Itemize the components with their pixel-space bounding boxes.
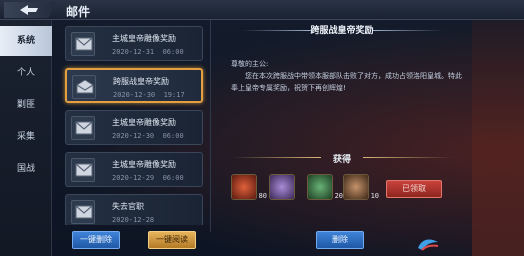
- mail-title: 主城皇帝雕像奖励: [112, 160, 176, 169]
- mail-date: 2020-12-30 06:00: [112, 132, 184, 140]
- mail-item[interactable]: 主城皇帝雕像奖励 2020-12-30 06:00: [65, 110, 203, 145]
- mail-list: 主城皇帝雕像奖励 2020-12-31 06:00 跨服战皇帝奖励 2020-1…: [55, 20, 207, 225]
- fire-orb-icon[interactable]: 80: [231, 174, 267, 200]
- mail-item[interactable]: 主城皇帝雕像奖励 2020-12-31 06:00: [65, 26, 203, 61]
- detail-header: 跨服战皇帝奖励: [211, 20, 473, 42]
- bottom-toolbar: 一键删除 一键阅读 删除: [52, 226, 472, 256]
- mail-item[interactable]: 主城皇帝雕像奖励 2020-12-29 06:00: [65, 152, 203, 187]
- category-tabs: 系统 个人 剿匪 采集 国战: [0, 20, 52, 256]
- delete-all-button[interactable]: 一键删除: [72, 231, 120, 249]
- mail-message: 您在本次跨服战中带领本服部队击败了对方，成功占领洛阳皇城。特此奉上皇帝专属奖励，…: [231, 72, 462, 92]
- detail-title: 跨服战皇帝奖励: [310, 26, 374, 36]
- mail-title: 失去官职: [112, 202, 144, 211]
- scene-decoration: [472, 20, 524, 256]
- mail-date: 2020-12-31 06:00: [112, 48, 184, 56]
- envelope-icon: [71, 32, 95, 56]
- open-envelope-icon: [72, 75, 96, 99]
- mail-body: 尊敬的主公: 您在本次跨服战中带领本服部队击败了对方，成功占领洛阳皇城。特此奉上…: [231, 58, 467, 94]
- tab-gather[interactable]: 采集: [0, 122, 52, 152]
- title-bar: 邮件: [0, 0, 524, 20]
- delete-button[interactable]: 删除: [316, 231, 364, 249]
- site-logo-icon: [418, 239, 439, 251]
- reward-count: 20: [334, 192, 343, 200]
- tab-system[interactable]: 系统: [0, 26, 52, 56]
- envelope-icon: [71, 116, 95, 140]
- obtain-label: 获得: [332, 155, 351, 165]
- treasure-chest-icon[interactable]: [269, 174, 295, 200]
- envelope-icon: [71, 158, 95, 182]
- read-all-button[interactable]: 一键阅读: [148, 231, 196, 249]
- tab-personal[interactable]: 个人: [0, 58, 52, 88]
- general-portrait-icon[interactable]: 10: [343, 174, 379, 200]
- tab-national-war[interactable]: 国战: [0, 154, 52, 184]
- mail-date: 2020-12-28: [112, 216, 155, 224]
- mail-date: 2020-12-29 06:00: [112, 174, 184, 182]
- scroll-icon[interactable]: 20: [307, 174, 343, 200]
- back-arrow-icon: [20, 5, 38, 15]
- reward-count: 10: [370, 192, 379, 200]
- mail-title: 主城皇帝雕像奖励: [112, 34, 176, 43]
- mail-title: 主城皇帝雕像奖励: [112, 118, 176, 127]
- mail-title: 跨服战皇帝奖励: [113, 77, 169, 86]
- mail-item-selected[interactable]: 跨服战皇帝奖励 2020-12-30 19:17: [65, 68, 203, 103]
- mail-greeting: 尊敬的主公:: [231, 60, 269, 68]
- mail-date: 2020-12-30 19:17: [113, 91, 185, 99]
- claimed-button[interactable]: 已领取: [386, 180, 442, 198]
- mail-item[interactable]: 失去官职 2020-12-28: [65, 194, 203, 225]
- mail-detail-panel: 跨服战皇帝奖励 尊敬的主公: 您在本次跨服战中带领本服部队击败了对方，成功占领洛…: [210, 20, 472, 232]
- page-title: 邮件: [66, 5, 91, 19]
- tab-bandit[interactable]: 剿匪: [0, 90, 52, 120]
- envelope-icon: [71, 200, 95, 224]
- reward-count: 80: [258, 192, 267, 200]
- back-button[interactable]: [4, 2, 56, 18]
